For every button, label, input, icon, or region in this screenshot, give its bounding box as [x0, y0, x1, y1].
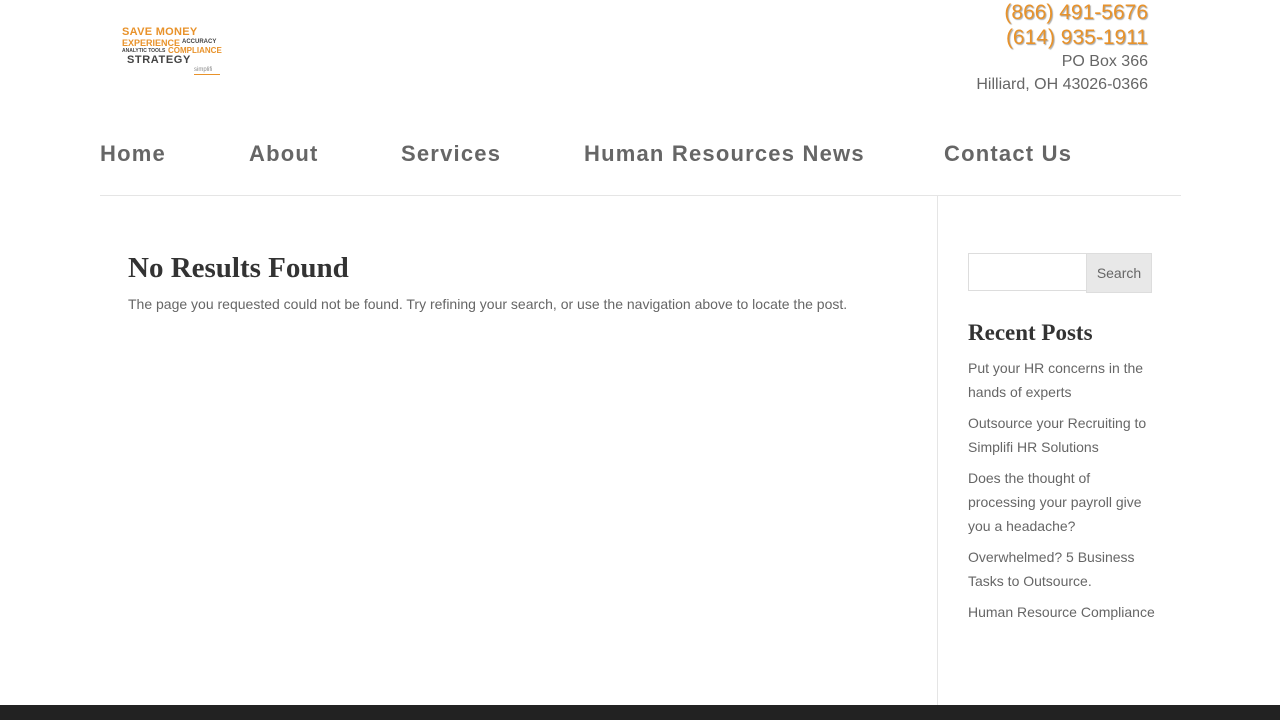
footer-bar — [0, 705, 1280, 720]
recent-post-link[interactable]: Does the thought of processing your payr… — [968, 466, 1158, 538]
nav-item-home[interactable]: Home — [100, 141, 166, 167]
logo-text-brand: simplifi — [194, 67, 213, 73]
nav-item-human-resources-news[interactable]: Human Resources News — [584, 141, 865, 167]
recent-post-link[interactable]: Human Resource Compliance — [968, 600, 1158, 624]
logo-text-save-money: SAVE MONEY — [122, 26, 198, 38]
address-line-2: Hilliard, OH 43026-0366 — [976, 76, 1148, 93]
phone-link-1[interactable]: (866) 491-5676 — [976, 0, 1148, 25]
site-logo[interactable]: SAVE MONEY EXPERIENCE ACCURACY ANALYTIC … — [120, 26, 224, 78]
nav-item-services[interactable]: Services — [401, 141, 501, 167]
logo-underline — [194, 74, 220, 75]
recent-posts-list: Put your HR concerns in the hands of exp… — [968, 356, 1158, 631]
search-button[interactable]: Search — [1086, 253, 1152, 293]
header-contact: (866) 491-5676 (614) 935-1911 PO Box 366… — [976, 0, 1148, 96]
logo-text-accuracy: ACCURACY — [182, 39, 217, 45]
nav-item-about[interactable]: About — [249, 141, 319, 167]
recent-post-link[interactable]: Put your HR concerns in the hands of exp… — [968, 356, 1158, 404]
logo-text-strategy: STRATEGY — [127, 54, 191, 66]
search-input[interactable] — [968, 253, 1086, 291]
recent-post-link[interactable]: Overwhelmed? 5 Business Tasks to Outsour… — [968, 545, 1158, 593]
address-line-1: PO Box 366 — [1061, 53, 1148, 70]
nav-item-contact-us[interactable]: Contact Us — [944, 141, 1072, 167]
sidebar-divider — [937, 196, 938, 705]
recent-posts-title: Recent Posts — [968, 320, 1093, 345]
header-divider — [100, 195, 1181, 196]
no-results-message: The page you requested could not be foun… — [128, 296, 848, 312]
page-title: No Results Found — [128, 252, 349, 284]
phone-link-2[interactable]: (614) 935-1911 — [976, 25, 1148, 50]
recent-post-link[interactable]: Outsource your Recruiting to Simplifi HR… — [968, 411, 1158, 459]
